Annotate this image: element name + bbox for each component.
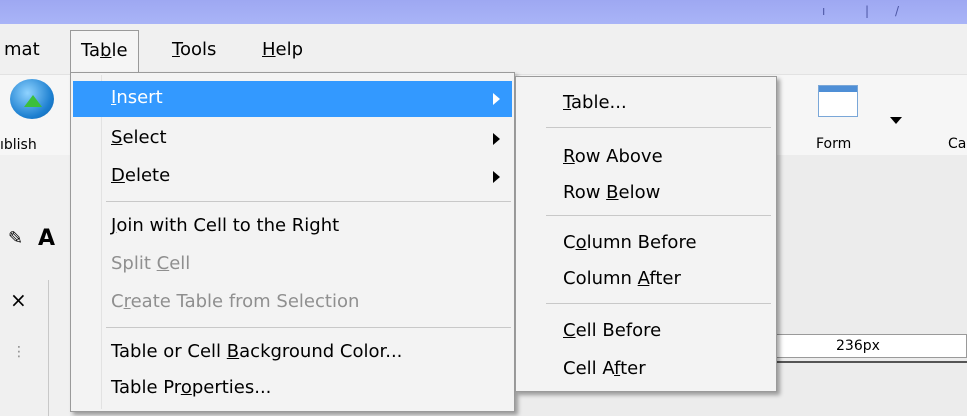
width-readout: 236px [836,338,880,354]
submenu-separator [546,127,771,128]
menu-item-delete[interactable]: Delete [73,159,512,195]
titlebar-glyph: | [865,4,870,18]
submenu-item-label: Row Below [563,182,661,203]
submenu-arrow-icon [493,93,500,105]
menu-item-insert[interactable]: Insert [73,81,512,117]
titlebar-glyph: ı [822,4,826,18]
menu-table[interactable]: Table [70,30,139,72]
submenu-item-label: Row Above [563,146,663,167]
menu-item-label: Select [111,127,167,148]
submenu-item-label: Column After [563,268,681,289]
submenu-item-column-before[interactable]: Column Before [518,227,774,259]
menubar [0,24,967,75]
menu-format[interactable]: mat [4,38,40,62]
menu-item-label: Insert [111,87,163,108]
menu-item-create-table: Create Table from Selection [73,285,512,321]
submenu-item-label: Table... [563,92,627,113]
menu-separator [106,327,511,328]
publish-icon[interactable] [10,79,54,119]
close-panel-icon[interactable]: × [10,288,27,312]
menu-item-label: Create Table from Selection [111,291,360,312]
window-titlebar: ı | / [0,0,967,24]
form-icon[interactable] [818,85,858,117]
publish-label: ıblish [0,137,37,153]
menu-item-join-cell[interactable]: Join with Cell to the Right [73,209,512,245]
form-dropdown-arrow-icon[interactable] [890,117,902,124]
form-icon-bar [819,86,857,92]
submenu-item-row-below[interactable]: Row Below [518,177,774,209]
panel-divider [48,280,49,416]
submenu-separator [546,215,771,216]
left-panel [0,155,70,416]
menu-item-label: Split Cell [111,253,191,274]
submenu-arrow-icon [493,133,500,145]
upload-arrow-icon [24,95,42,107]
menu-item-label: Delete [111,165,171,186]
menu-item-table-properties[interactable]: Table Properties... [73,371,512,407]
submenu-item-label: Column Before [563,232,697,253]
submenu-separator [546,303,771,304]
titlebar-glyph: / [895,4,900,18]
next-tool-label: Ca [948,136,967,152]
insert-submenu: Table... Row Above Row Below Column Befo… [515,76,777,392]
menu-help[interactable]: Help [262,38,303,62]
submenu-item-row-above[interactable]: Row Above [518,141,774,173]
menu-separator [106,201,511,202]
submenu-arrow-icon [493,171,500,183]
text-style-icon[interactable]: A [38,226,55,251]
menu-tools[interactable]: Tools [172,38,216,62]
submenu-item-label: Cell Before [563,320,662,341]
menu-item-split-cell: Split Cell [73,247,512,283]
pencil-icon[interactable]: ✎ [8,228,23,249]
submenu-item-cell-after[interactable]: Cell After [518,353,774,385]
menu-item-select[interactable]: Select [73,121,512,157]
form-label: Form [816,136,852,152]
drag-handle-icon[interactable]: ⋮ [12,344,26,360]
submenu-item-label: Cell After [563,358,646,379]
table-menu-dropdown: Insert Select Delete Join with Cell to t… [70,72,515,412]
menu-item-background-color[interactable]: Table or Cell Background Color... [73,335,512,371]
submenu-item-table[interactable]: Table... [518,87,774,119]
menu-item-label: Table Properties... [111,377,272,398]
submenu-item-column-after[interactable]: Column After [518,263,774,295]
menu-item-label: Join with Cell to the Right [111,215,340,236]
menu-item-label: Table or Cell Background Color... [111,341,403,362]
submenu-item-cell-before[interactable]: Cell Before [518,315,774,347]
